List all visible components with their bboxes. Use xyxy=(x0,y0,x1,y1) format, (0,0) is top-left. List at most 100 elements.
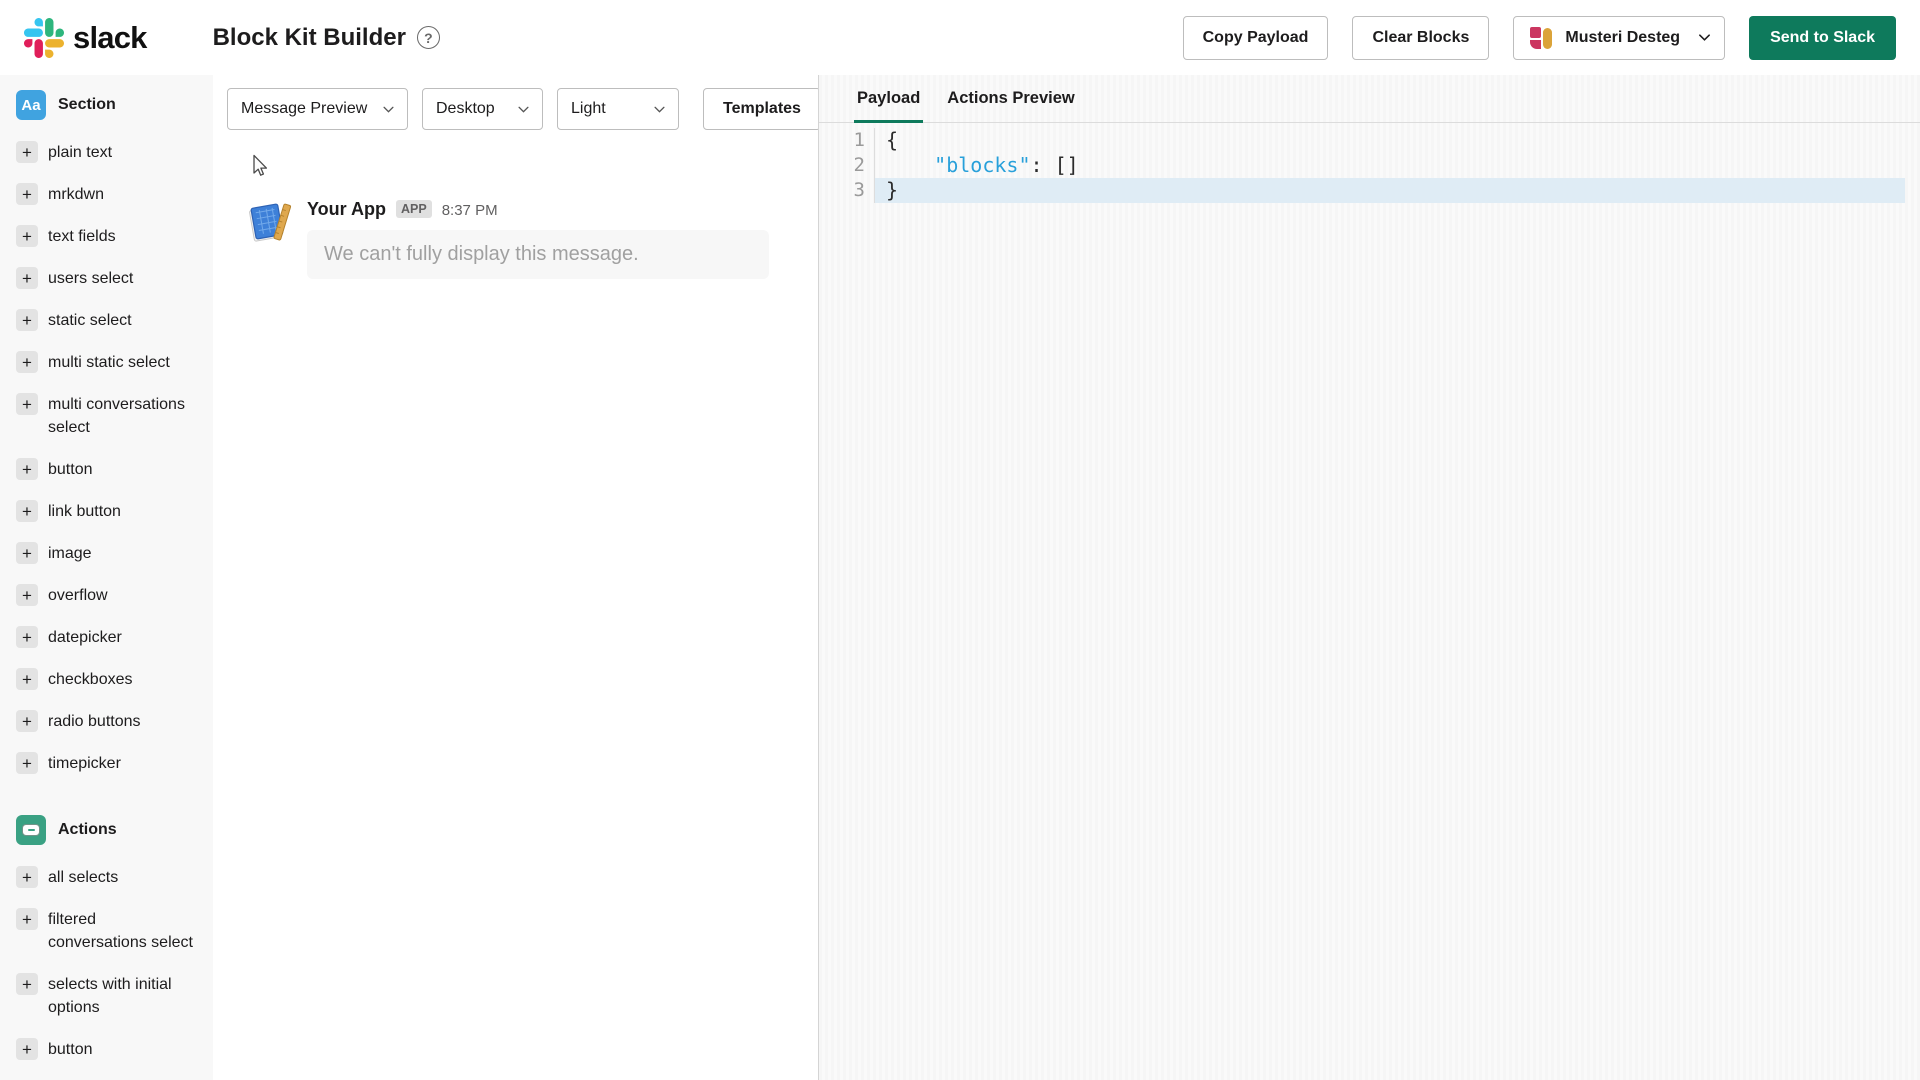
workspace-name: Musteri Desteg xyxy=(1565,28,1681,46)
sidebar-item[interactable]: overflow xyxy=(16,584,205,607)
sidebar-item[interactable]: datepicker xyxy=(16,626,205,649)
device-value: Desktop xyxy=(436,100,495,117)
workspace-avatar-icon xyxy=(1530,26,1553,49)
view-mode-value: Message Preview xyxy=(241,100,368,117)
send-to-slack-button[interactable]: Send to Slack xyxy=(1749,15,1896,60)
sidebar-item-label: timepicker xyxy=(48,755,121,772)
plus-icon xyxy=(16,267,38,289)
sidebar-item-label: filtered conversations select xyxy=(48,911,193,951)
sidebar-item[interactable]: radio buttons xyxy=(16,710,205,733)
sidebar-item-label: radio buttons xyxy=(48,713,141,730)
plus-icon xyxy=(16,668,38,690)
copy-payload-button[interactable]: Copy Payload xyxy=(1182,15,1329,60)
slack-message-preview: Your App APP 8:37 PM We can't fully disp… xyxy=(245,199,769,279)
sidebar-item[interactable]: static select xyxy=(16,309,205,332)
sidebar-item-label: multi static select xyxy=(48,354,170,371)
chevron-down-icon xyxy=(518,106,529,113)
message-preview-pane: Message Preview Desktop Light Templates xyxy=(213,75,821,1080)
payload-code-editor[interactable]: 1 { 2 "blocks": [] 3 } xyxy=(819,123,1920,203)
payload-tabs: Payload Actions Preview xyxy=(819,75,1920,123)
plus-icon xyxy=(16,1038,38,1060)
slack-logo-icon xyxy=(24,17,64,58)
app-header: slack Block Kit Builder ? Copy Payload C… xyxy=(0,0,1920,75)
plus-icon xyxy=(16,908,38,930)
chevron-down-icon xyxy=(1699,34,1711,41)
actions-group-header: Actions xyxy=(16,815,205,845)
sidebar-item-label: datepicker xyxy=(48,629,122,646)
mouse-cursor-icon xyxy=(253,154,268,176)
code-line[interactable]: 3 } xyxy=(819,178,1920,203)
plus-icon xyxy=(16,351,38,373)
sidebar-item[interactable]: link button xyxy=(16,500,205,523)
sidebar-item[interactable]: users select xyxy=(16,267,205,290)
line-number: 2 xyxy=(819,153,875,178)
sidebar-item[interactable]: button xyxy=(16,458,205,481)
plus-icon xyxy=(16,225,38,247)
sidebar-item-label: checkboxes xyxy=(48,671,133,688)
section-item-list: plain text mrkdwn text fields users sele… xyxy=(16,141,205,775)
clear-blocks-button[interactable]: Clear Blocks xyxy=(1352,15,1490,60)
chevron-down-icon xyxy=(654,106,665,113)
message-body: We can't fully display this message. xyxy=(307,230,769,279)
sidebar-item[interactable]: checkboxes xyxy=(16,668,205,691)
plus-icon xyxy=(16,309,38,331)
actions-item-list: all selects filtered conversations selec… xyxy=(16,866,205,1080)
section-group-title: Section xyxy=(58,96,116,113)
device-select[interactable]: Desktop xyxy=(422,88,543,130)
sidebar-item-label: plain text xyxy=(48,144,113,161)
sidebar-item-label: selects with initial options xyxy=(48,976,172,1016)
sidebar-item[interactable]: filtered conversations select xyxy=(16,908,205,954)
page-title: Block Kit Builder xyxy=(212,23,406,51)
sidebar-item-label: overflow xyxy=(48,587,108,604)
plus-icon xyxy=(16,183,38,205)
tab-payload[interactable]: Payload xyxy=(853,75,924,123)
plus-icon xyxy=(16,542,38,564)
code-line[interactable]: 2 "blocks": [] xyxy=(819,153,1920,178)
sidebar-item[interactable]: timepicker xyxy=(16,752,205,775)
message-timestamp: 8:37 PM xyxy=(441,202,498,219)
actions-group-title: Actions xyxy=(58,821,117,838)
sidebar-item[interactable]: all selects xyxy=(16,866,205,889)
code-line-content: { xyxy=(886,128,899,152)
line-number: 1 xyxy=(819,128,875,153)
plus-icon xyxy=(16,500,38,522)
sidebar-item-label: text fields xyxy=(48,228,116,245)
sidebar-item[interactable]: button xyxy=(16,1038,205,1061)
chevron-down-icon xyxy=(383,106,394,113)
code-line[interactable]: 1 { xyxy=(819,128,1920,153)
plus-icon xyxy=(16,866,38,888)
slack-wordmark: slack xyxy=(73,19,147,55)
sidebar-item-label: static select xyxy=(48,312,132,329)
sidebar-item-label: image xyxy=(48,545,92,562)
sidebar-item[interactable]: mrkdwn xyxy=(16,183,205,206)
plus-icon xyxy=(16,141,38,163)
app-badge: APP xyxy=(396,200,432,218)
sidebar-item-label: button xyxy=(48,1041,93,1058)
plus-icon xyxy=(16,458,38,480)
view-mode-select[interactable]: Message Preview xyxy=(227,88,408,130)
plus-icon xyxy=(16,584,38,606)
sidebar-item[interactable]: multi static select xyxy=(16,351,205,374)
templates-button[interactable]: Templates xyxy=(703,88,821,130)
sidebar-item[interactable]: plain text xyxy=(16,141,205,164)
sidebar-item-label: link button xyxy=(48,503,121,520)
sidebar-item[interactable]: text fields xyxy=(16,225,205,248)
sidebar-item[interactable]: multi conversations select xyxy=(16,393,205,439)
payload-panel: Payload Actions Preview 1 { 2 "blocks": … xyxy=(818,75,1920,1080)
sidebar-group-actions: Actions all selects filtered conversatio… xyxy=(16,815,205,1080)
sidebar-item[interactable]: image xyxy=(16,542,205,565)
sidebar-item[interactable]: selects with initial options xyxy=(16,973,205,1019)
plus-icon xyxy=(16,393,38,415)
workspace-selector[interactable]: Musteri Desteg xyxy=(1513,15,1726,60)
section-text-icon: Aa xyxy=(16,90,46,120)
actions-button-icon xyxy=(16,815,46,845)
section-group-header: Aa Section xyxy=(16,90,205,120)
app-avatar xyxy=(245,199,293,247)
plus-icon xyxy=(16,710,38,732)
line-number: 3 xyxy=(819,178,875,203)
theme-select[interactable]: Light xyxy=(557,88,679,130)
help-icon[interactable]: ? xyxy=(416,26,440,49)
slack-logo: slack xyxy=(24,17,147,58)
tab-actions-preview[interactable]: Actions Preview xyxy=(947,75,1074,122)
sidebar-item-label: multi conversations select xyxy=(48,396,185,436)
